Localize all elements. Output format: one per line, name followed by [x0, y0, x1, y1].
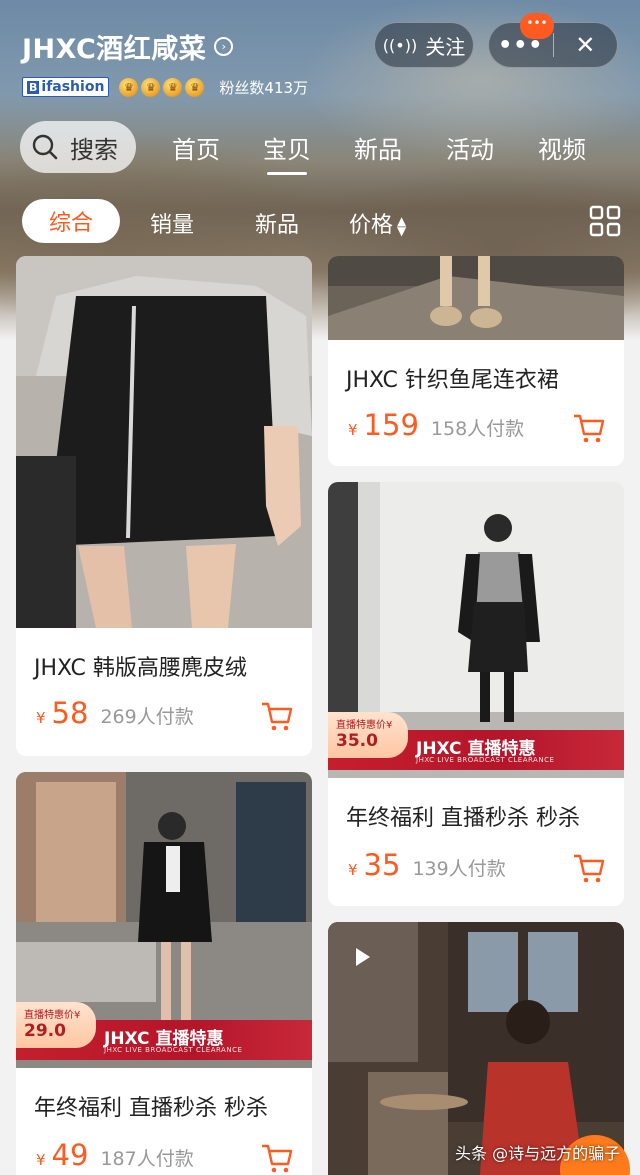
sort-new[interactable]: 新品	[255, 207, 299, 239]
chevron-right-icon[interactable]: ›	[214, 36, 234, 56]
product-card[interactable]: 直播特惠价¥ 29.0 JHXC 直播特惠 JHXC LIVE BROADCAS…	[16, 772, 312, 1175]
live-badge-price: 35.0	[336, 731, 378, 751]
live-banner-subtitle: JHXC LIVE BROADCAST CLEARANCE	[104, 1046, 243, 1054]
currency-symbol: ¥	[348, 861, 358, 879]
ifashion-badge-mark: B	[27, 80, 40, 94]
follow-label: 关注	[425, 34, 466, 59]
live-price-badge: 直播特惠价¥ 29.0	[16, 1002, 96, 1048]
play-icon[interactable]	[356, 948, 370, 966]
tab-events[interactable]: 活动	[446, 130, 494, 165]
product-price: 58	[51, 696, 89, 730]
tab-products[interactable]: 宝贝	[263, 130, 311, 175]
product-title[interactable]: 年终福利 直播秒杀 秒杀	[34, 1090, 268, 1122]
sort-comprehensive[interactable]: 综合	[22, 199, 120, 243]
tab-home[interactable]: 首页	[172, 130, 220, 165]
product-title[interactable]: JHXC 针织鱼尾连衣裙	[346, 362, 559, 394]
live-badge-label: 直播特惠价¥	[24, 1010, 81, 1021]
product-card[interactable]: 直播特惠价¥ 35.0 JHXC 直播特惠 JHXC LIVE BROADCAS…	[328, 482, 624, 906]
live-banner: 直播特惠价¥ 35.0 JHXC 直播特惠 JHXC LIVE BROADCAS…	[328, 712, 624, 770]
store-nav: 搜索 首页 宝贝 新品 活动 视频	[20, 121, 620, 175]
search-label: 搜索	[70, 135, 118, 164]
paid-count: 269人付款	[100, 706, 194, 728]
store-name[interactable]: JHXC酒红咸菜	[22, 27, 206, 66]
cart-icon[interactable]	[260, 700, 294, 732]
sort-sales[interactable]: 销量	[150, 207, 194, 239]
close-button[interactable]: ✕	[554, 31, 618, 59]
paid-count: 139人付款	[412, 858, 506, 880]
live-badge-price: 29.0	[24, 1021, 66, 1041]
sort-arrows-icon: ▲ ▼	[397, 214, 407, 238]
grid-view-icon[interactable]	[589, 205, 621, 237]
product-card[interactable]: JHXC 韩版高腰麂皮绒 ¥ 58 269人付款	[16, 256, 312, 756]
store-meta: B ifashion ♛ ♛ ♛ ♛ 粉丝数413万	[22, 76, 308, 98]
product-price: 159	[363, 408, 419, 442]
product-image	[16, 256, 312, 628]
live-banner: 直播特惠价¥ 29.0 JHXC 直播特惠 JHXC LIVE BROADCAS…	[16, 1002, 312, 1060]
paid-count: 187人付款	[100, 1148, 194, 1170]
notification-badge: •••	[520, 13, 554, 39]
product-title[interactable]: 年终福利 直播秒杀 秒杀	[346, 800, 580, 832]
sort-price[interactable]: 价格 ▲ ▼	[349, 207, 406, 239]
product-price: 49	[51, 1138, 89, 1172]
sort-bar: 综合 销量 新品 价格 ▲ ▼	[22, 199, 622, 243]
crown-rating: ♛ ♛ ♛ ♛	[119, 77, 207, 97]
product-image	[328, 256, 624, 340]
product-price: 35	[363, 848, 401, 882]
crown-icon: ♛	[119, 77, 139, 97]
cart-icon[interactable]	[572, 852, 606, 884]
follow-button[interactable]: ((•)) 关注	[374, 22, 474, 68]
price-row: ¥ 159 158人付款	[348, 408, 524, 442]
sort-price-label: 价格	[349, 213, 394, 238]
currency-symbol: ¥	[36, 1151, 46, 1169]
live-banner-subtitle: JHXC LIVE BROADCAST CLEARANCE	[416, 756, 555, 764]
watermark: 头条 @诗与远方的骗子	[455, 1144, 621, 1163]
product-card[interactable]	[328, 922, 624, 1175]
store-header[interactable]: JHXC酒红咸菜 ›	[22, 27, 234, 66]
product-title[interactable]: JHXC 韩版高腰麂皮绒	[34, 650, 247, 682]
price-row: ¥ 58 269人付款	[36, 696, 194, 730]
live-price-badge: 直播特惠价¥ 35.0	[328, 712, 408, 758]
product-card[interactable]: JHXC 针织鱼尾连衣裙 ¥ 159 158人付款	[328, 256, 624, 466]
fans-count: 粉丝数413万	[219, 78, 309, 97]
crown-icon: ♛	[141, 77, 161, 97]
tab-videos[interactable]: 视频	[538, 130, 586, 165]
price-row: ¥ 49 187人付款	[36, 1138, 194, 1172]
search-button[interactable]: 搜索	[20, 121, 136, 173]
tab-new[interactable]: 新品	[354, 130, 402, 165]
ifashion-badge: B ifashion	[22, 77, 110, 97]
paid-count: 158人付款	[430, 418, 525, 440]
currency-symbol: ¥	[348, 421, 358, 439]
product-image	[328, 922, 624, 1175]
crown-icon: ♛	[163, 77, 183, 97]
crown-icon: ♛	[185, 77, 205, 97]
ifashion-badge-label: ifashion	[41, 79, 105, 95]
cart-icon[interactable]	[260, 1142, 294, 1174]
search-icon	[32, 134, 58, 160]
live-badge-label: 直播特惠价¥	[336, 720, 393, 731]
broadcast-icon: ((•))	[382, 35, 418, 55]
price-row: ¥ 35 139人付款	[348, 848, 506, 882]
cart-icon[interactable]	[572, 412, 606, 444]
currency-symbol: ¥	[36, 709, 46, 727]
